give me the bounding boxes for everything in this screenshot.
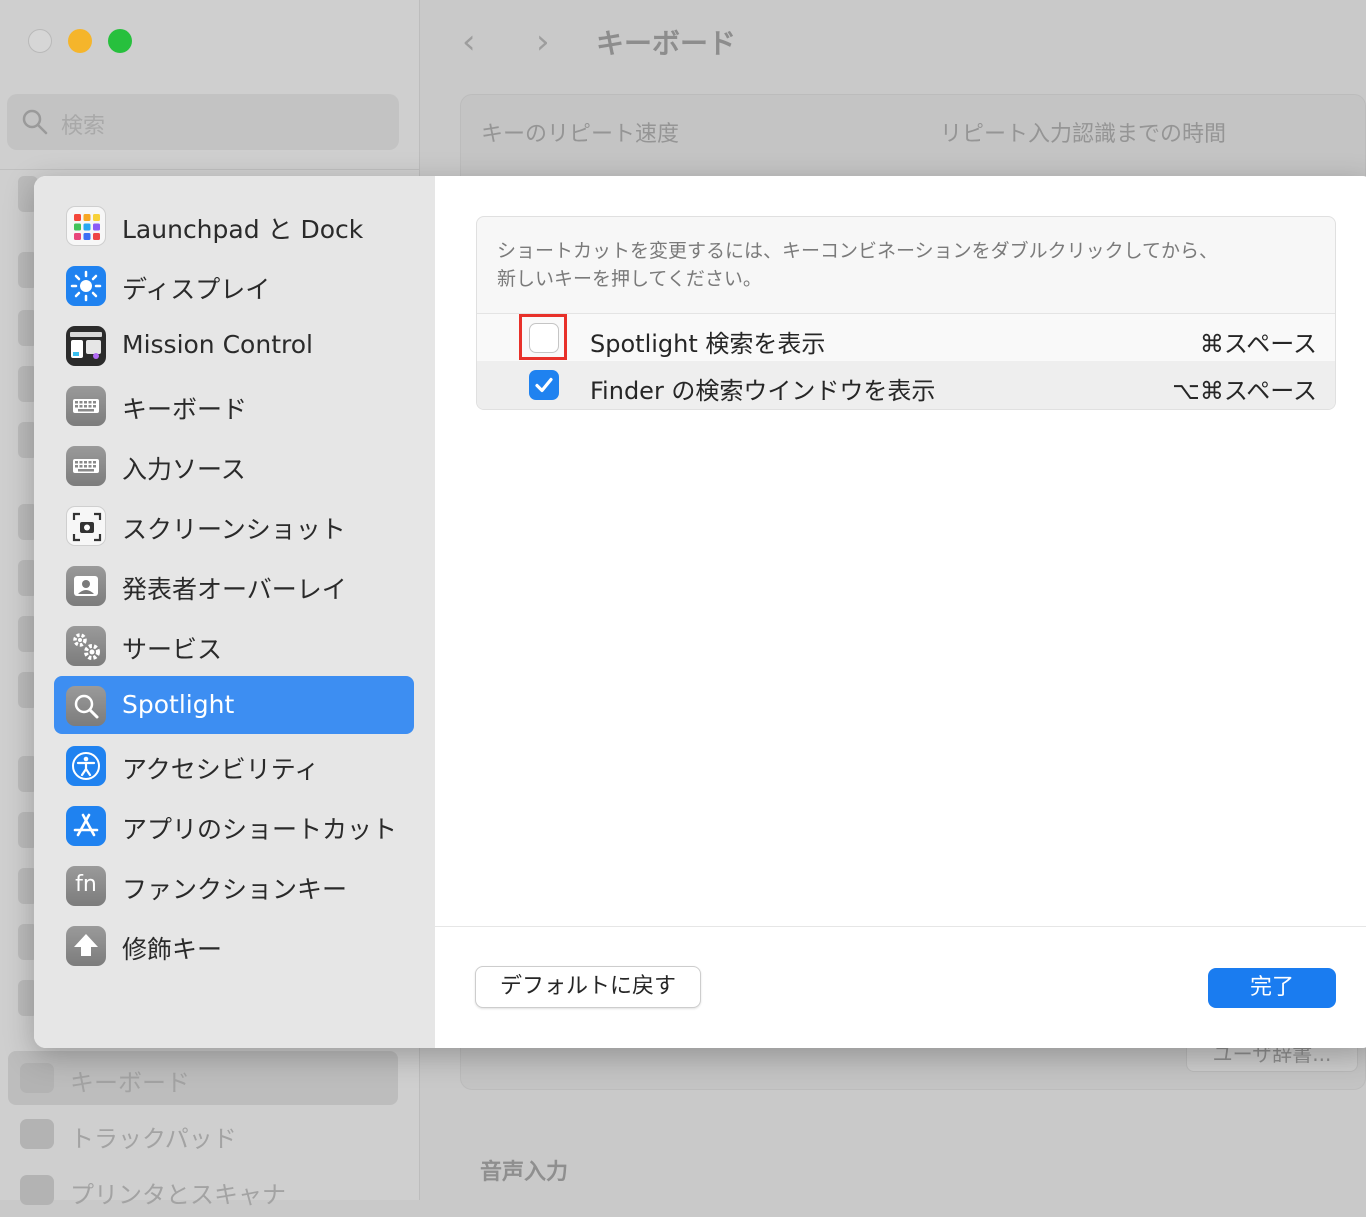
category-label: ディスプレイ [122, 275, 271, 304]
fn-key-icon: fn [66, 866, 106, 906]
category-label: 修飾キー [122, 935, 223, 964]
category-label: スクリーンショット [122, 515, 346, 544]
shortcut-row-finder-search[interactable]: Finder の検索ウインドウを表示 ⌥⌘スペース [477, 361, 1335, 409]
category-spotlight[interactable]: Spotlight [54, 676, 414, 734]
shortcuts-table: ショートカットを変更するには、キーコンビネーションをダブルクリックしてから、 新… [476, 216, 1336, 410]
sidebar-item-label: トラックパッド [70, 1125, 237, 1153]
finder-search-checkbox[interactable] [529, 370, 559, 400]
search-icon [21, 108, 49, 140]
category-keyboard[interactable]: キーボード [54, 376, 414, 434]
category-label: アプリのショートカット [122, 815, 398, 844]
category-presenter-overlay[interactable]: 発表者オーバーレイ [54, 556, 414, 614]
category-display[interactable]: ディスプレイ [54, 256, 414, 314]
category-app-shortcuts[interactable]: アプリのショートカット [54, 796, 414, 854]
sidebar-item-printers[interactable]: プリンタとスキャナ [8, 1163, 398, 1217]
shortcut-row-spotlight-search[interactable]: Spotlight 検索を表示 ⌘スペース [477, 313, 1335, 362]
restore-defaults-button[interactable]: デフォルトに戻す [475, 966, 701, 1008]
spotlight-search-icon [66, 686, 106, 726]
forward-button[interactable]: › [536, 22, 550, 62]
minimize-window-button[interactable] [68, 29, 92, 53]
accessibility-icon [66, 746, 106, 786]
category-launchpad-dock[interactable]: Launchpad と Dock [54, 196, 414, 254]
shortcut-name: Finder の検索ウインドウを表示 [590, 377, 936, 405]
shortcut-keys[interactable]: ⌥⌘スペース [1172, 371, 1317, 406]
keyboard-shortcuts-sheet: Launchpad と Dock ディスプレイ Mission Control … [34, 176, 1366, 1048]
printer-icon [20, 1175, 54, 1205]
category-input-sources[interactable]: 入力ソース [54, 436, 414, 494]
category-screenshots[interactable]: スクリーンショット [54, 496, 414, 554]
shortcut-category-list: Launchpad と Dock ディスプレイ Mission Control … [34, 176, 436, 1048]
spotlight-shortcuts-pane: ショートカットを変更するには、キーコンビネーションをダブルクリックしてから、 新… [435, 176, 1366, 1048]
category-label: Launchpad と Dock [122, 215, 364, 244]
key-repeat-label: キーのリピート速度 [481, 122, 680, 147]
input-source-icon [66, 446, 106, 486]
sidebar-item-trackpad[interactable]: トラックパッド [8, 1107, 398, 1161]
fn-glyph: fn [75, 872, 97, 897]
instructions-line: 新しいキーを押してください。 [497, 268, 762, 290]
category-label: キーボード [122, 395, 248, 424]
modifier-arrow-icon [66, 926, 106, 966]
category-label: Mission Control [122, 330, 313, 359]
screenshot-icon [66, 506, 106, 546]
done-button[interactable]: 完了 [1208, 968, 1336, 1008]
app-store-icon [66, 806, 106, 846]
sidebar-item-label: キーボード [70, 1069, 190, 1097]
page-title: キーボード [596, 27, 737, 60]
background-search-field[interactable]: 検索 [7, 94, 399, 150]
services-gear-icon [66, 626, 106, 666]
sidebar-item-label: プリンタとスキャナ [70, 1181, 286, 1209]
keyboard-icon [20, 1063, 54, 1093]
category-label: 発表者オーバーレイ [122, 575, 347, 604]
category-label: ファンクションキー [122, 875, 348, 904]
shortcut-keys[interactable]: ⌘スペース [1200, 324, 1317, 359]
category-accessibility[interactable]: アクセシビリティ [54, 736, 414, 794]
footer-divider [435, 926, 1366, 927]
checkmark-icon [535, 377, 553, 393]
shortcut-instructions: ショートカットを変更するには、キーコンビネーションをダブルクリックしてから、 新… [497, 237, 1317, 293]
instructions-line: ショートカットを変更するには、キーコンビネーションをダブルクリックしてから、 [497, 240, 1219, 262]
shortcut-name: Spotlight 検索を表示 [590, 330, 826, 358]
close-window-button[interactable] [28, 29, 52, 53]
keyboard-icon [66, 386, 106, 426]
repeat-delay-label: リピート入力認識までの時間 [940, 122, 1227, 147]
category-label: Spotlight [122, 690, 235, 719]
sidebar-divider [0, 169, 419, 170]
highlight-box [519, 314, 567, 360]
search-placeholder: 検索 [61, 114, 106, 139]
category-label: 入力ソース [122, 455, 246, 484]
category-label: アクセシビリティ [122, 755, 320, 784]
back-button[interactable]: ‹ [462, 22, 476, 62]
mission-control-icon [66, 326, 106, 366]
launchpad-icon [66, 206, 106, 246]
category-modifier-keys[interactable]: 修飾キー [54, 916, 414, 974]
category-function-keys[interactable]: fn ファンクションキー [54, 856, 414, 914]
category-services[interactable]: サービス [54, 616, 414, 674]
voice-input-heading: 音声入力 [480, 1160, 569, 1185]
trackpad-icon [20, 1119, 54, 1149]
display-brightness-icon [66, 266, 106, 306]
category-mission-control[interactable]: Mission Control [54, 316, 414, 374]
sidebar-item-keyboard[interactable]: キーボード [8, 1051, 398, 1105]
category-label: サービス [122, 635, 223, 664]
presenter-overlay-icon [66, 566, 106, 606]
zoom-window-button[interactable] [108, 29, 132, 53]
